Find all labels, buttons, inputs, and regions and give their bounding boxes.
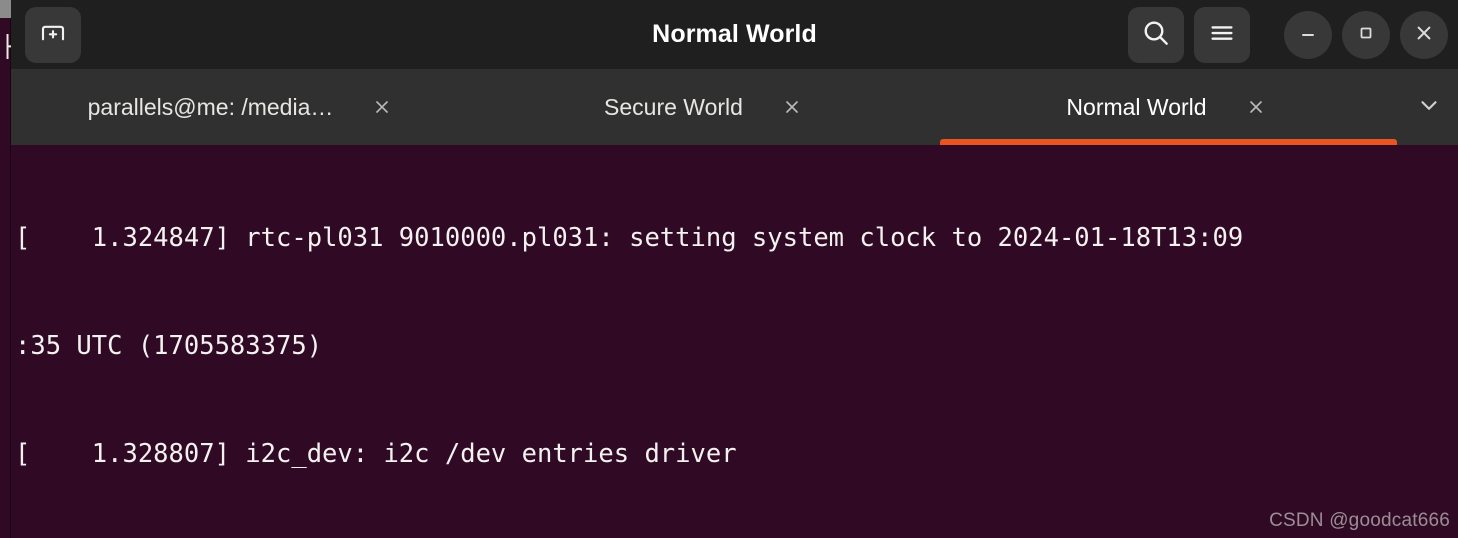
tab-label: Secure World	[604, 93, 743, 120]
terminal-line: [ 1.328807] i2c_dev: i2c /dev entries dr…	[15, 439, 737, 469]
terminal-line: [ 1.324847] rtc-pl031 9010000.pl031: set…	[15, 223, 1244, 253]
terminal-line: :35 UTC (1705583375)	[15, 331, 323, 361]
background-window-titlebar-sliver	[0, 0, 11, 18]
maximize-button[interactable]	[1342, 10, 1390, 59]
tab-normal-world[interactable]: Normal World	[937, 69, 1400, 145]
tab-list-dropdown-button[interactable]	[1400, 69, 1458, 145]
minimize-icon	[1296, 21, 1320, 48]
watermark: CSDN @goodcat666	[1269, 510, 1450, 531]
close-button[interactable]	[1400, 10, 1448, 59]
background-window-text-sliver: ├	[0, 34, 11, 59]
tab-label: Normal World	[1066, 93, 1207, 120]
terminal-output: [ 1.324847] rtc-pl031 9010000.pl031: set…	[14, 148, 1458, 538]
new-tab-icon	[38, 18, 68, 51]
tab-close-icon[interactable]	[777, 92, 807, 122]
terminal-screen[interactable]: [ 1.324847] rtc-pl031 9010000.pl031: set…	[11, 145, 1458, 538]
headerbar: Normal World	[11, 0, 1458, 69]
new-tab-button[interactable]	[25, 6, 81, 63]
hamburger-menu-icon	[1207, 18, 1237, 51]
minimize-button[interactable]	[1284, 10, 1332, 59]
tab-bar: parallels@me: /media… Secure World Norma…	[11, 69, 1458, 145]
chevron-down-icon	[1416, 92, 1442, 123]
search-button[interactable]	[1128, 6, 1184, 63]
tab-close-icon[interactable]	[367, 92, 397, 122]
close-icon	[1411, 20, 1437, 49]
main-menu-button[interactable]	[1194, 6, 1250, 63]
tab-secure-world[interactable]: Secure World	[474, 69, 937, 145]
tab-close-icon[interactable]	[1241, 92, 1271, 122]
tab-label: parallels@me: /media…	[87, 93, 334, 120]
tab-parallels-media[interactable]: parallels@me: /media…	[11, 69, 474, 145]
background-window-edge[interactable]: ├	[0, 0, 11, 538]
maximize-icon	[1354, 21, 1378, 48]
search-icon	[1140, 17, 1172, 52]
terminal-window: Normal World parallels@me: /media… Secur…	[11, 0, 1458, 538]
